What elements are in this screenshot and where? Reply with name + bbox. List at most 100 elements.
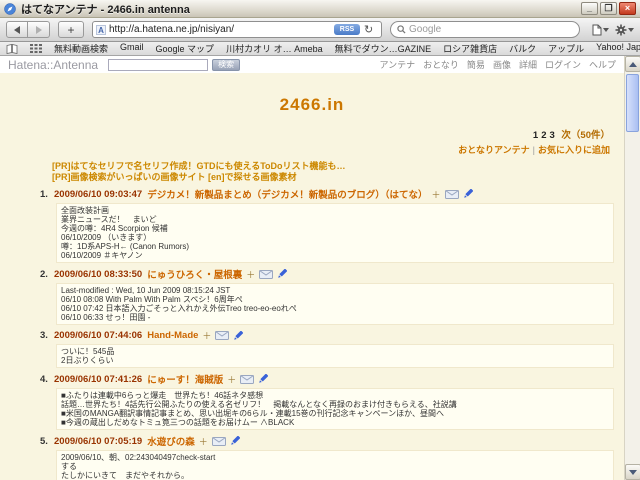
edit-pencil-icon[interactable] xyxy=(233,331,243,341)
edit-pencil-icon[interactable] xyxy=(277,269,287,279)
antenna-search-button[interactable]: 検索 xyxy=(212,59,240,71)
entry-site-link[interactable]: Hand-Made xyxy=(147,330,198,341)
scrollbar-thumb[interactable] xyxy=(626,74,639,132)
antenna-entry: 4. 2009/06/10 07:41:26 にゅーす！海賊版 ＋ ■ふたりは連… xyxy=(0,372,624,430)
arrow-down-icon xyxy=(629,470,637,475)
close-button[interactable]: × xyxy=(619,2,636,15)
minimize-button[interactable]: _ xyxy=(581,2,598,15)
site-nav: アンテナおとなり簡易画像詳細ログインヘルプ xyxy=(380,58,616,71)
rss-badge[interactable]: RSS xyxy=(334,24,360,35)
search-bar[interactable] xyxy=(390,21,580,38)
pagination-page-link[interactable]: 3 xyxy=(549,130,554,141)
entry-site-link[interactable]: にゅーす！海賊版 xyxy=(147,372,223,386)
entry-number: 5. xyxy=(40,436,54,447)
excerpt-line: ついに！545品 xyxy=(61,347,609,356)
entry-header: 3. 2009/06/10 07:44:06 Hand-Made ＋ xyxy=(40,329,624,342)
entry-timestamp: 2009/06/10 08:33:50 xyxy=(54,269,142,280)
sub-link[interactable]: お気に入りに追加 xyxy=(538,145,610,155)
url-input[interactable] xyxy=(109,24,334,35)
bookmark-item[interactable]: Gmail xyxy=(120,42,144,55)
bookmark-items: 無料動画検索 Gmail Google マップ川村カオリ オ… Ameba 無料でダウ… xyxy=(54,42,640,55)
bookmark-item[interactable]: 無料でダウン…GAZINE xyxy=(335,42,432,55)
excerpt-line: 今週の噂：4R4 Scorpion 候補 xyxy=(61,224,609,233)
window-title: はてなアンテナ - 2466.in antenna xyxy=(21,1,579,17)
scroll-up-button[interactable] xyxy=(625,56,640,72)
pagination-page-link[interactable]: 1 xyxy=(533,130,538,141)
pr-block: [PR]はてなセリフで名セリフ作成！GTDにも使えるToDoリスト機能も…[PR… xyxy=(52,161,624,183)
safari-compass-icon xyxy=(4,3,16,15)
bookmark-item[interactable]: Google マップ xyxy=(156,42,215,55)
mail-icon[interactable] xyxy=(445,190,459,199)
mail-icon[interactable] xyxy=(240,375,254,384)
address-bar[interactable]: A RSS ↻ xyxy=(92,21,382,38)
site-nav-link[interactable]: アンテナ xyxy=(380,58,416,71)
bookmark-item[interactable]: ロシア雑貨店 xyxy=(443,42,497,55)
entry-number: 4. xyxy=(40,374,54,385)
site-nav-link[interactable]: 詳細 xyxy=(519,58,537,71)
excerpt-line: ■米国のMANGA翻訳事情記事まとめ、思い出堀キの6らル・連載15巻の刊行記念キ… xyxy=(61,409,609,418)
search-icon xyxy=(397,25,406,34)
antenna-entry: 2. 2009/06/10 08:33:50 にゅうひろく・屋根裏 ＋ Last… xyxy=(0,267,624,325)
entry-add-link[interactable]: ＋ xyxy=(202,329,211,342)
vertical-scrollbar[interactable] xyxy=(624,56,640,480)
page-icon xyxy=(592,24,602,36)
entries-list: 1. 2009/06/10 09:03:47 デジカメ！新製品まとめ（デジカメ！… xyxy=(0,187,624,480)
entry-timestamp: 2009/06/10 07:05:19 xyxy=(54,436,142,447)
forward-button[interactable] xyxy=(28,21,50,38)
excerpt-line: Last-modified : Wed, 10 Jun 2009 08:15:2… xyxy=(61,286,609,295)
entry-add-link[interactable]: ＋ xyxy=(246,268,255,281)
excerpt-line: する xyxy=(61,462,609,471)
settings-menu-button[interactable] xyxy=(615,24,634,36)
pagination-next-link[interactable]: 次（50件） xyxy=(561,130,610,141)
top-sites-grid-icon[interactable] xyxy=(30,44,42,53)
bookmark-item[interactable]: Yahoo! Japan xyxy=(596,42,640,55)
site-nav-link[interactable]: 画像 xyxy=(493,58,511,71)
sub-link[interactable]: おとなりアンテナ xyxy=(458,145,529,155)
forward-icon xyxy=(36,26,42,34)
restore-button[interactable]: ❐ xyxy=(600,2,617,15)
edit-pencil-icon[interactable] xyxy=(258,374,268,384)
page-menu-button[interactable] xyxy=(592,24,609,36)
entry-add-link[interactable]: ＋ xyxy=(227,373,236,386)
excerpt-line: 06/10/2009 （いきます） xyxy=(61,233,609,242)
entry-site-link[interactable]: にゅうひろく・屋根裏 xyxy=(147,267,242,281)
entry-add-link[interactable]: ＋ xyxy=(199,435,208,448)
back-button[interactable] xyxy=(6,21,28,38)
site-nav-link[interactable]: おとなり xyxy=(423,58,459,71)
mail-icon[interactable] xyxy=(259,270,273,279)
mail-icon[interactable] xyxy=(212,437,226,446)
antenna-search-input[interactable] xyxy=(108,59,208,71)
bookmark-item[interactable]: アップル xyxy=(548,42,584,55)
entry-site-link[interactable]: デジカメ！新製品まとめ（デジカメ！新製品のブログ）（はてな） xyxy=(147,187,427,201)
site-nav-link[interactable]: 簡易 xyxy=(467,58,485,71)
scroll-down-button[interactable] xyxy=(625,464,640,480)
entry-add-link[interactable]: ＋ xyxy=(431,188,440,201)
excerpt-line: 全面改装計画 xyxy=(61,206,609,215)
antenna-entry: 5. 2009/06/10 07:05:19 水遊びの森 ＋ 2009/06/1… xyxy=(0,434,624,480)
refresh-icon[interactable]: ↻ xyxy=(364,23,378,36)
pagination-page-link[interactable]: 2 xyxy=(541,130,546,141)
excerpt-line: 06/10 06:33 せっ！田園 - xyxy=(61,313,609,322)
edit-pencil-icon[interactable] xyxy=(230,436,240,446)
page: Hatena::Antenna 検索 アンテナおとなり簡易画像詳細ログインヘルプ… xyxy=(0,56,624,480)
page-title: 2466.in xyxy=(0,95,624,115)
excerpt-line: たしかにいきて まだやそれから。 xyxy=(61,471,609,480)
site-nav-link[interactable]: ヘルプ xyxy=(589,58,616,71)
bookmarks-book-icon[interactable] xyxy=(6,44,18,54)
entry-excerpt-box: ■ふたりは連載中6らっと爆走 世界たち！46話ネタ感想話題…世界たち！4話先行公… xyxy=(56,388,614,430)
add-bookmark-button[interactable]: + xyxy=(58,21,84,38)
excerpt-line: 話題…世界たち！4話先行公開ふたりの使える名ゼリフ！ 掲載なんとなく再録のおまけ… xyxy=(61,400,609,409)
bookmark-item[interactable]: 無料動画検索 xyxy=(54,42,108,55)
pr-ad-link[interactable]: [PR]画像検索がいっぱいの画像サイト [en]で探せる画像素材 xyxy=(52,172,624,183)
bookmark-item[interactable]: 川村カオリ オ… Ameba xyxy=(226,42,323,55)
antenna-entry: 1. 2009/06/10 09:03:47 デジカメ！新製品まとめ（デジカメ！… xyxy=(0,187,624,263)
search-input[interactable] xyxy=(409,24,573,35)
excerpt-line: 06/10/2009 ＃キヤノン xyxy=(61,251,609,260)
site-nav-link[interactable]: ログイン xyxy=(545,58,581,71)
entry-site-link[interactable]: 水遊びの森 xyxy=(147,434,195,448)
edit-pencil-icon[interactable] xyxy=(463,189,473,199)
bookmark-item[interactable]: バルク xyxy=(509,42,536,55)
entry-header: 1. 2009/06/10 09:03:47 デジカメ！新製品まとめ（デジカメ！… xyxy=(40,187,624,201)
pr-ad-link[interactable]: [PR]はてなセリフで名セリフ作成！GTDにも使えるToDoリスト機能も… xyxy=(52,161,624,172)
mail-icon[interactable] xyxy=(215,331,229,340)
